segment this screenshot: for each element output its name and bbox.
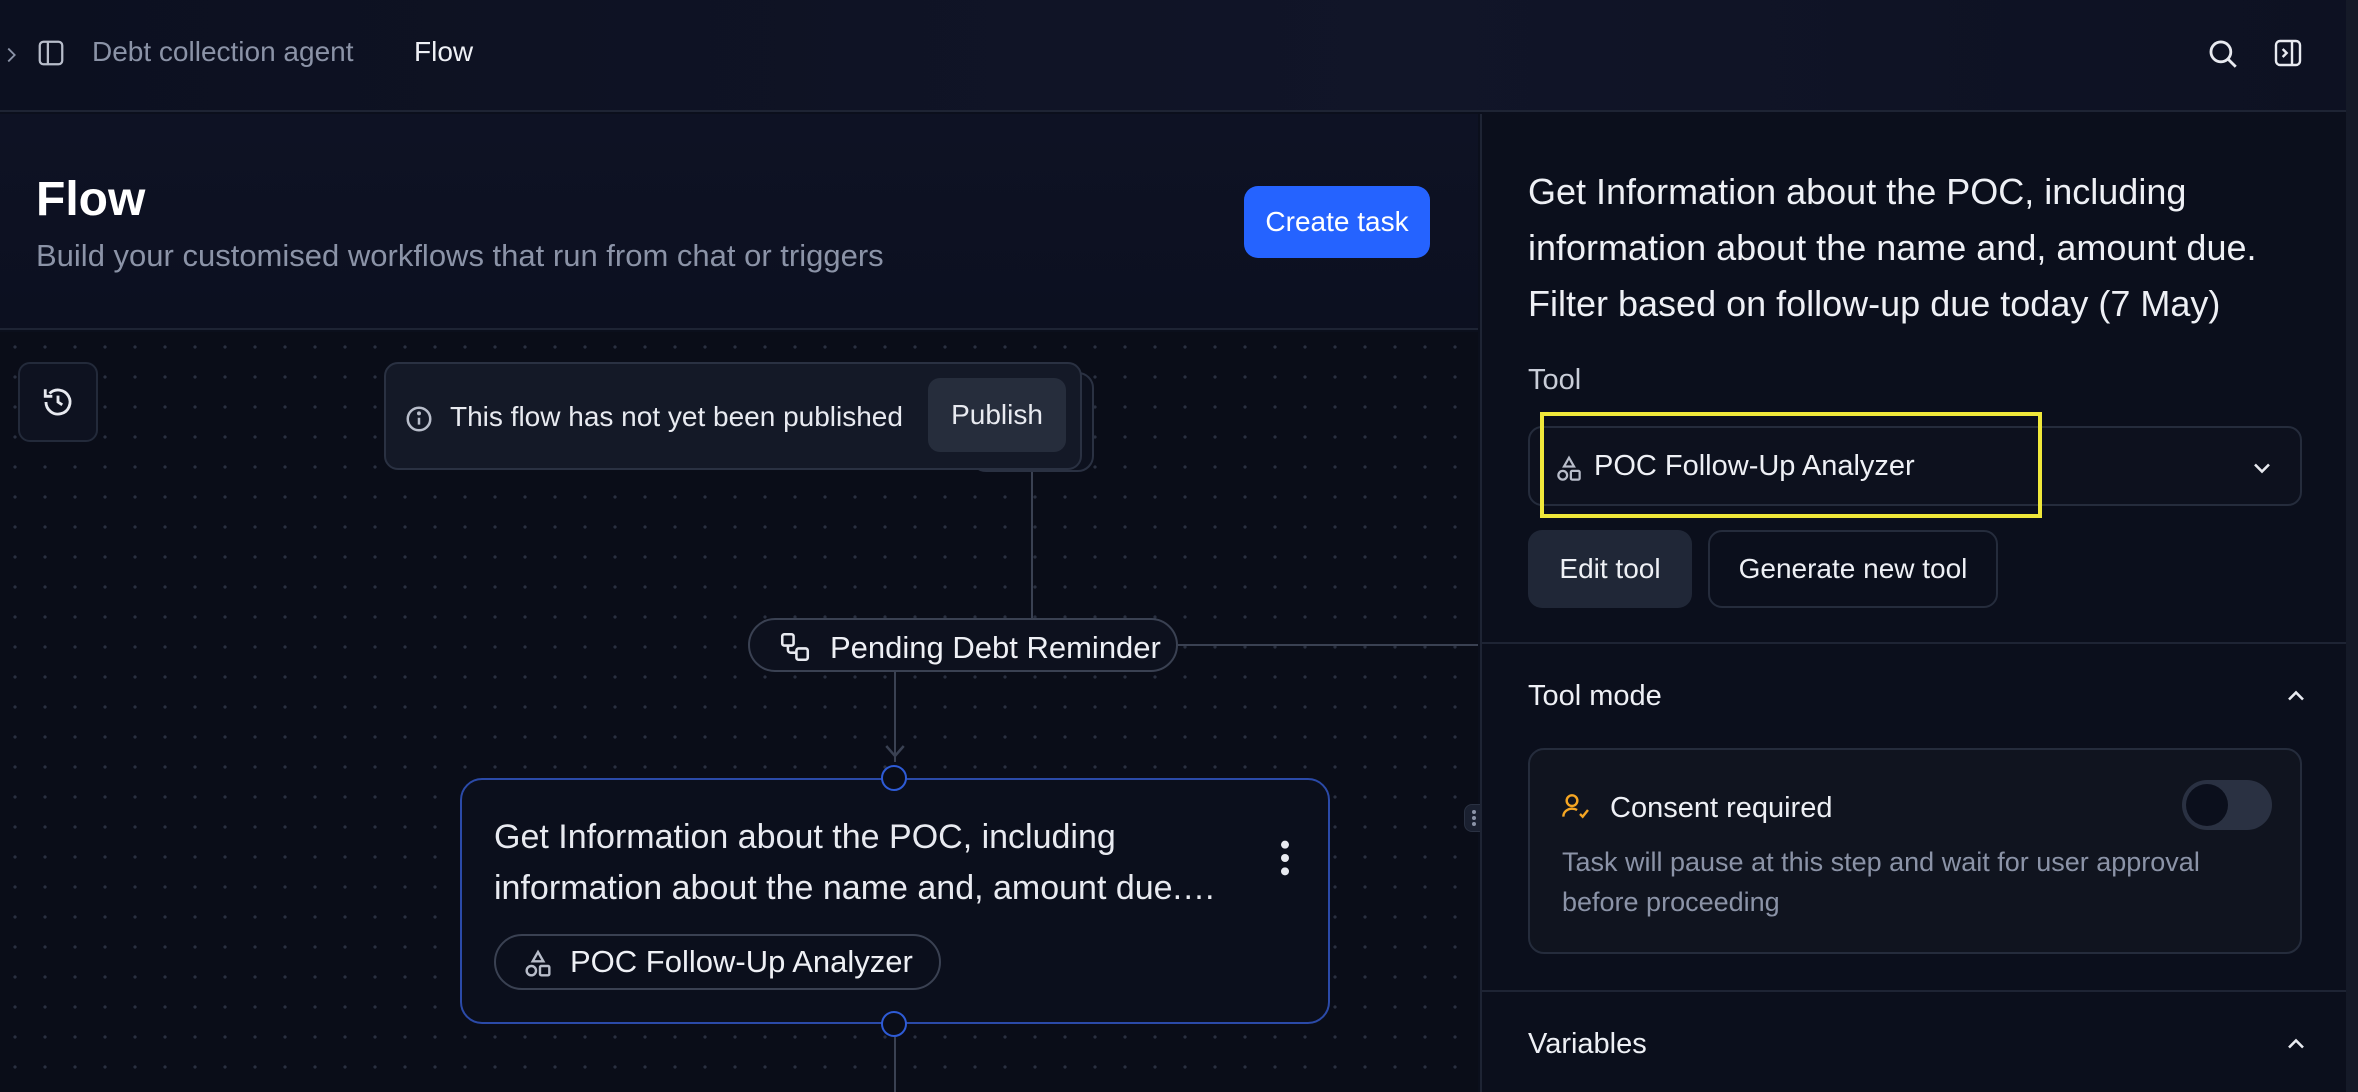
- arrow-down-icon: [885, 745, 905, 758]
- divider: [1482, 990, 2358, 992]
- history-button[interactable]: [18, 362, 98, 442]
- flow-area: Flow Build your customised workflows tha…: [0, 114, 1478, 1092]
- breadcrumb-agent[interactable]: Debt collection agent: [92, 36, 354, 68]
- variables-title[interactable]: Variables: [1528, 1028, 1647, 1061]
- consent-card: Consent required Task will pause at this…: [1528, 748, 2302, 954]
- tool-select[interactable]: POC Follow-Up Analyzer: [1528, 426, 2302, 506]
- connector: [1178, 644, 1478, 646]
- consent-title: Consent required: [1610, 792, 1833, 824]
- breadcrumb-current: Flow: [414, 36, 474, 67]
- flow-canvas[interactable]: This flow has not yet been published Pub…: [0, 332, 1478, 1092]
- trigger-pill[interactable]: Pending Debt Reminder: [748, 618, 1178, 672]
- connector: [894, 1037, 896, 1092]
- sidebar-toggle-icon[interactable]: [36, 38, 66, 68]
- tool-mode-title[interactable]: Tool mode: [1528, 680, 1662, 713]
- task-detail-panel: Get Information about the POC, including…: [1480, 114, 2358, 1092]
- task-tool-chip[interactable]: POC Follow-Up Analyzer: [494, 934, 941, 990]
- toggle-knob: [2186, 784, 2228, 826]
- publish-button[interactable]: Publish: [928, 378, 1066, 452]
- unpublished-banner: This flow has not yet been published Pub…: [384, 362, 1082, 470]
- task-tool-chip-label: POC Follow-Up Analyzer: [570, 944, 913, 979]
- task-description[interactable]: Get Information about the POC, including…: [1528, 164, 2318, 332]
- chevron-up-icon[interactable]: [2282, 682, 2310, 710]
- tool-label: Tool: [1528, 364, 1582, 396]
- task-node[interactable]: Get Information about the POC, including…: [460, 778, 1330, 1024]
- workflow-icon: [780, 632, 810, 662]
- page-subtitle: Build your customised workflows that run…: [36, 238, 884, 273]
- input-port[interactable]: [881, 765, 907, 791]
- banner-text: This flow has not yet been published: [450, 401, 903, 432]
- panel-icon[interactable]: [2272, 37, 2304, 69]
- trigger-pill-label: Pending Debt Reminder: [830, 630, 1161, 665]
- page-header: Flow Build your customised workflows tha…: [0, 114, 1478, 330]
- user-check-icon: [1562, 794, 1589, 819]
- connector: [1031, 472, 1033, 618]
- shapes-icon: [525, 949, 551, 977]
- shapes-icon: [1557, 455, 1581, 481]
- top-bar: Debt collection agent Flow: [0, 0, 2358, 112]
- output-port[interactable]: [881, 1011, 907, 1037]
- edit-tool-button[interactable]: Edit tool: [1528, 530, 1692, 608]
- info-icon: [406, 406, 432, 432]
- chevron-right-icon: [7, 47, 16, 63]
- divider: [1482, 642, 2358, 644]
- task-node-text: Get Information about the POC, including…: [494, 818, 1183, 907]
- generate-tool-button[interactable]: Generate new tool: [1708, 530, 1998, 608]
- consent-description: Task will pause at this step and wait fo…: [1562, 847, 2200, 917]
- kebab-icon[interactable]: [1270, 838, 1300, 878]
- chevron-down-icon: [2254, 463, 2270, 474]
- chevron-up-icon[interactable]: [2282, 1030, 2310, 1058]
- history-icon: [43, 388, 72, 416]
- scrollbar[interactable]: [2346, 0, 2358, 1092]
- search-icon[interactable]: [2206, 37, 2240, 71]
- consent-toggle[interactable]: [2182, 780, 2272, 830]
- tool-select-value: POC Follow-Up Analyzer: [1594, 450, 1915, 482]
- page-title: Flow: [36, 173, 146, 226]
- create-task-button[interactable]: Create task: [1244, 186, 1430, 258]
